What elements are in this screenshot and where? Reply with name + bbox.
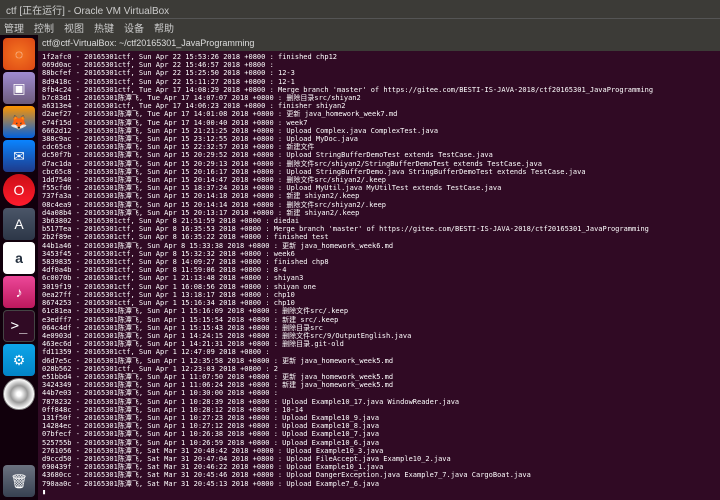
menu-manage[interactable]: 管理 xyxy=(4,20,24,35)
disc-icon[interactable] xyxy=(3,378,35,410)
dash-icon[interactable]: ◌ xyxy=(3,38,35,70)
amazon-icon[interactable]: a xyxy=(3,242,35,274)
opera-icon[interactable]: O xyxy=(3,174,35,206)
menu-hotkey[interactable]: 热键 xyxy=(94,20,114,35)
window-title: ctf [正在运行] - Oracle VM VirtualBox xyxy=(6,2,169,17)
vm-menubar: 管理 控制 视图 热键 设备 帮助 xyxy=(0,18,720,35)
settings-icon[interactable]: ⚙ xyxy=(3,344,35,376)
vm-titlebar: ctf [正在运行] - Oracle VM VirtualBox xyxy=(0,0,720,18)
software-icon[interactable]: A xyxy=(3,208,35,240)
menu-view[interactable]: 视图 xyxy=(64,20,84,35)
terminal-icon[interactable]: >_ xyxy=(3,310,35,342)
terminal-output[interactable]: 1f2afc0 - 20165301ctf, Sun Apr 22 15:53:… xyxy=(38,51,720,498)
ubuntu-desktop: ◌ ▣ 🦊 ✉ O A a ♪ >_ ⚙ 🗑 ctf@ctf-VirtualBo… xyxy=(0,35,720,500)
terminal-titlebar: ctf@ctf-VirtualBox: ~/ctf20165301_JavaPr… xyxy=(38,35,720,51)
thunderbird-icon[interactable]: ✉ xyxy=(3,140,35,172)
unity-launcher: ◌ ▣ 🦊 ✉ O A a ♪ >_ ⚙ 🗑 xyxy=(0,35,38,500)
menu-control[interactable]: 控制 xyxy=(34,20,54,35)
music-icon[interactable]: ♪ xyxy=(3,276,35,308)
terminal-window: ctf@ctf-VirtualBox: ~/ctf20165301_JavaPr… xyxy=(38,35,720,500)
files-icon[interactable]: ▣ xyxy=(3,72,35,104)
terminal-title: ctf@ctf-VirtualBox: ~/ctf20165301_JavaPr… xyxy=(42,38,254,48)
menu-device[interactable]: 设备 xyxy=(124,20,144,35)
firefox-icon[interactable]: 🦊 xyxy=(3,106,35,138)
trash-icon[interactable]: 🗑 xyxy=(3,465,35,497)
menu-help[interactable]: 帮助 xyxy=(154,20,174,35)
